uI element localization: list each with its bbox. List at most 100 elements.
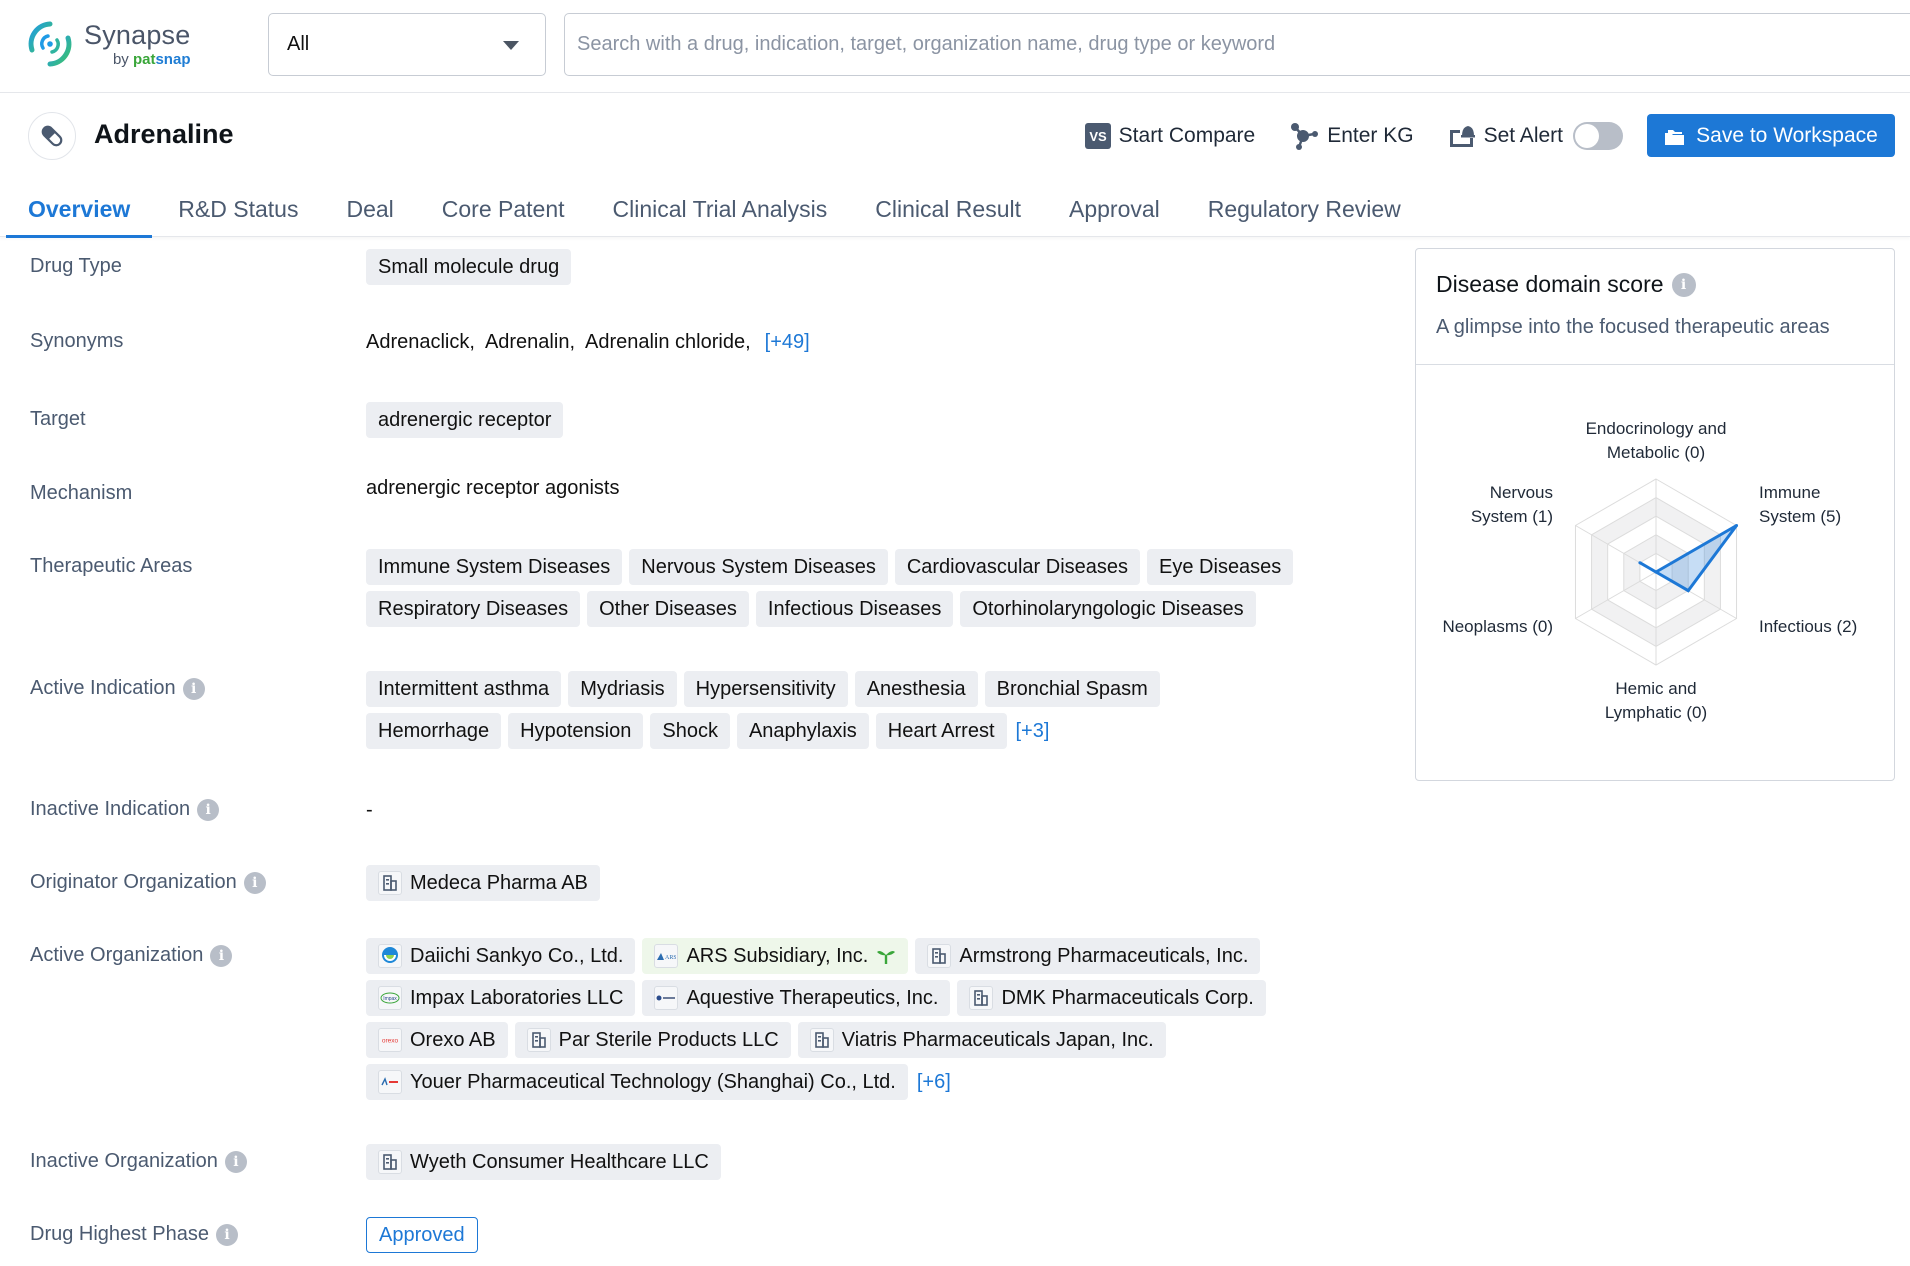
- caret-down-icon: [503, 41, 519, 50]
- therapeutic-area-chip[interactable]: Immune System Diseases: [366, 549, 623, 585]
- info-icon[interactable]: i: [197, 798, 220, 821]
- field-value: Adrenaclick, Adrenalin, Adrenalin chlori…: [366, 324, 1366, 360]
- organization-chip[interactable]: orexo Orexo AB: [366, 1022, 508, 1058]
- tab-approval[interactable]: Approval: [1047, 182, 1182, 237]
- header-actions: VS Start Compare Enter KG Set Alert Save…: [1084, 114, 1895, 157]
- synonym-item: Adrenaclick,: [366, 330, 475, 353]
- field-label: Drug Type: [30, 255, 122, 277]
- phase-badge: Approved: [366, 1217, 478, 1253]
- therapeutic-area-chip[interactable]: Respiratory Diseases: [366, 591, 581, 627]
- therapeutic-area-chip[interactable]: Nervous System Diseases: [629, 549, 888, 585]
- radar-point-neoplasms[interactable]: [1654, 570, 1658, 574]
- enter-kg-button[interactable]: Enter KG: [1289, 122, 1414, 150]
- synonym-item: Adrenalin chloride,: [585, 330, 751, 353]
- svg-text:Impax: Impax: [383, 996, 397, 1002]
- radar-chart: Endocrinology and Metabolic (0) Immune Syst…: [1416, 366, 1894, 780]
- info-icon[interactable]: i: [224, 1150, 247, 1173]
- tab-clinical-result[interactable]: Clinical Result: [853, 182, 1043, 237]
- search-scope-select[interactable]: All: [268, 13, 546, 76]
- search-scope-value: All: [287, 33, 310, 55]
- app-byline: by patsnap: [84, 52, 191, 67]
- organization-chip[interactable]: Viatris Pharmaceuticals Japan, Inc.: [797, 1022, 1166, 1058]
- toggle-knob: [1575, 123, 1599, 148]
- radar-axis-label: Immune System (5): [1759, 481, 1841, 529]
- indication-chip[interactable]: Shock: [650, 713, 730, 749]
- target-chip[interactable]: adrenergic receptor: [366, 402, 564, 438]
- therapeutic-area-chip[interactable]: Other Diseases: [587, 591, 749, 627]
- youer-logo: [378, 1070, 402, 1094]
- field-value: Approved: [366, 1217, 1366, 1253]
- info-icon[interactable]: i: [1671, 272, 1696, 297]
- organization-chip[interactable]: Par Sterile Products LLC: [514, 1022, 791, 1058]
- panel-subtitle: A glimpse into the focused therapeutic a…: [1436, 316, 1830, 338]
- radar-axis-label-line: Endocrinology and: [1585, 419, 1727, 438]
- field-value: Daiichi Sankyo Co., Ltd. ARS ARS Subsidi…: [366, 938, 1346, 1106]
- radar-axis-label: Nervous System (1): [1471, 481, 1553, 529]
- field-value: adrenergic receptor: [366, 402, 1366, 444]
- organization-chip[interactable]: Impax Impax Laboratories LLC: [366, 980, 636, 1016]
- pill-icon: [28, 112, 76, 160]
- tab-core-patent[interactable]: Core Patent: [420, 182, 587, 237]
- organization-chip[interactable]: Armstrong Pharmaceuticals, Inc.: [915, 938, 1261, 974]
- set-alert-toggle[interactable]: [1573, 121, 1623, 150]
- indication-chip[interactable]: Intermittent asthma: [366, 671, 562, 707]
- radar-axis-label-line: Hemic and: [1615, 679, 1697, 698]
- indications-more-link[interactable]: [+3]: [1016, 713, 1050, 749]
- info-icon[interactable]: i: [215, 1223, 238, 1246]
- therapeutic-area-chip[interactable]: Eye Diseases: [1147, 549, 1294, 585]
- building-icon: [927, 944, 952, 968]
- organization-chip[interactable]: Aquestive Therapeutics, Inc.: [642, 980, 951, 1016]
- organizations-more-link[interactable]: [+6]: [917, 1064, 951, 1100]
- organization-chip[interactable]: Youer Pharmaceutical Technology (Shangha…: [366, 1064, 908, 1100]
- save-to-workspace-button[interactable]: Save to Workspace: [1647, 114, 1895, 157]
- aquestive-logo: [654, 986, 679, 1010]
- tab-regulatory-review[interactable]: Regulatory Review: [1186, 182, 1423, 237]
- tab-deal[interactable]: Deal: [324, 182, 415, 237]
- organization-chip[interactable]: DMK Pharmaceuticals Corp.: [957, 980, 1266, 1016]
- set-alert-control[interactable]: Set Alert: [1448, 121, 1623, 150]
- therapeutic-area-chip[interactable]: Otorhinolaryngologic Diseases: [960, 591, 1256, 627]
- field-value: Small molecule drug: [366, 249, 1366, 291]
- tab-rd-status[interactable]: R&D Status: [156, 182, 320, 237]
- compare-badge-text: VS: [1089, 129, 1107, 144]
- indication-chip[interactable]: Hypotension: [508, 713, 644, 749]
- indication-chip[interactable]: Anesthesia: [854, 671, 978, 707]
- field-value: Immune System Diseases Nervous System Di…: [366, 549, 1356, 633]
- indication-chip[interactable]: Anaphylaxis: [736, 713, 869, 749]
- svg-text:orexo: orexo: [382, 1038, 399, 1045]
- synonyms-more-link[interactable]: [+49]: [765, 324, 810, 360]
- start-compare-button[interactable]: VS Start Compare: [1084, 122, 1255, 149]
- info-icon[interactable]: i: [243, 871, 266, 894]
- tab-clinical-trial-analysis[interactable]: Clinical Trial Analysis: [591, 182, 850, 237]
- synapse-logo[interactable]: Synapse by patsnap: [26, 20, 190, 68]
- field-label: Inactive Organization i: [30, 1150, 247, 1173]
- indication-chip[interactable]: Hypersensitivity: [683, 671, 848, 707]
- set-alert-label: Set Alert: [1483, 123, 1563, 147]
- building-icon: [378, 871, 402, 895]
- radar-point-infectious[interactable]: [1686, 589, 1690, 593]
- radar-point-immune-system[interactable]: [1735, 524, 1739, 527]
- organization-chip[interactable]: Medeca Pharma AB: [366, 865, 600, 901]
- indication-chip[interactable]: Bronchial Spasm: [984, 671, 1160, 707]
- info-icon[interactable]: i: [182, 677, 205, 700]
- organization-chip[interactable]: Wyeth Consumer Healthcare LLC: [366, 1144, 721, 1180]
- building-icon: [526, 1028, 551, 1052]
- indication-chip[interactable]: Mydriasis: [568, 671, 677, 707]
- organization-name: Impax Laboratories LLC: [410, 986, 624, 1009]
- tab-overview[interactable]: Overview: [6, 182, 153, 238]
- organization-chip[interactable]: ARS ARS Subsidiary, Inc.: [642, 938, 909, 974]
- search-input[interactable]: [564, 13, 1910, 76]
- drug-type-chip[interactable]: Small molecule drug: [366, 249, 572, 285]
- indication-chip[interactable]: Hemorrhage: [366, 713, 502, 749]
- radar-point-nervous-system[interactable]: [1638, 561, 1642, 565]
- field-value: Wyeth Consumer Healthcare LLC: [366, 1144, 1366, 1186]
- field-label: Target: [30, 408, 86, 430]
- therapeutic-area-chip[interactable]: Cardiovascular Diseases: [894, 549, 1141, 585]
- info-icon[interactable]: i: [210, 944, 233, 967]
- indication-chip[interactable]: Heart Arrest: [875, 713, 1007, 749]
- field-label: Drug Highest Phase i: [30, 1223, 238, 1246]
- field-label: Inactive Indication i: [30, 798, 220, 821]
- organization-chip[interactable]: Daiichi Sankyo Co., Ltd.: [366, 938, 636, 974]
- therapeutic-area-chip[interactable]: Infectious Diseases: [755, 591, 954, 627]
- organization-name: Orexo AB: [410, 1028, 496, 1051]
